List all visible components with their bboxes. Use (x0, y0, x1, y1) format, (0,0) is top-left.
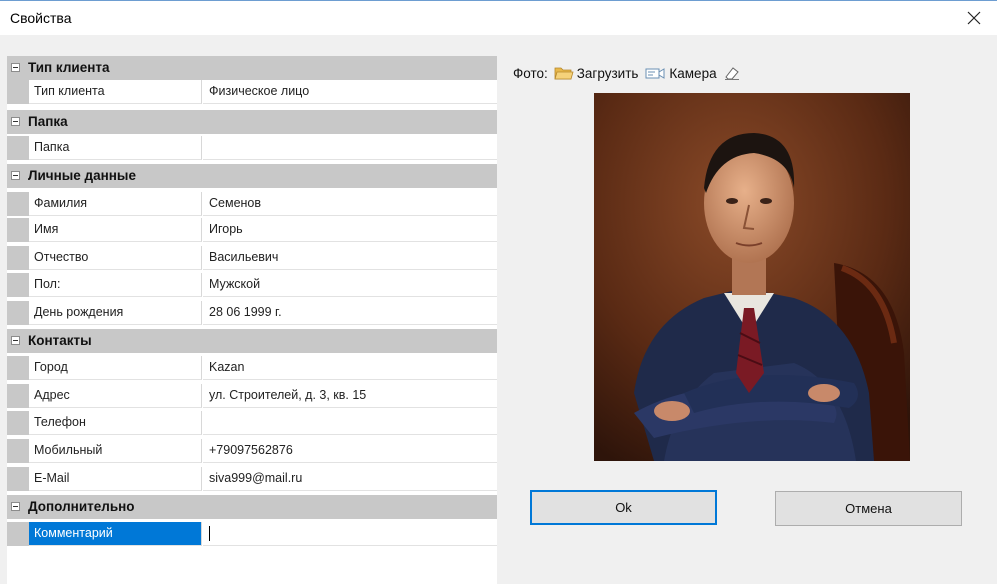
collapse-icon[interactable] (11, 63, 20, 72)
property-name: Папка (29, 136, 202, 160)
property-value[interactable]: Семенов (203, 192, 497, 216)
property-name: Адрес (29, 384, 202, 408)
property-value[interactable]: Васильевич (203, 246, 497, 270)
cancel-button-label: Отмена (845, 501, 892, 516)
row-gutter (7, 192, 29, 216)
client-photo (594, 93, 910, 461)
property-row[interactable]: Тип клиента Физическое лицо (7, 80, 497, 104)
row-gutter (7, 301, 29, 325)
camera-label: Камера (669, 65, 717, 81)
property-name: Фамилия (29, 192, 202, 216)
property-name: День рождения (29, 301, 202, 325)
property-row[interactable]: Папка (7, 136, 497, 160)
cancel-button[interactable]: Отмена (775, 491, 962, 526)
property-row[interactable]: Отчество Васильевич (7, 246, 497, 270)
portrait-image (594, 93, 910, 461)
category-label: Тип клиента (28, 60, 110, 75)
category-client-type[interactable]: Тип клиента (7, 56, 497, 80)
property-name: Имя (29, 218, 202, 242)
row-gutter (7, 439, 29, 463)
category-personal-data[interactable]: Личные данные (7, 164, 497, 188)
property-row[interactable]: Фамилия Семенов (7, 192, 497, 216)
property-name: Отчество (29, 246, 202, 270)
clear-photo-button[interactable] (723, 65, 744, 81)
property-value[interactable]: Мужской (203, 273, 497, 297)
row-gutter (7, 273, 29, 297)
folder-icon (554, 67, 574, 80)
row-gutter (7, 384, 29, 408)
camera-icon (645, 68, 665, 79)
row-gutter (7, 356, 29, 380)
property-row[interactable]: Город Kazan (7, 356, 497, 380)
camera-button[interactable]: Камера (644, 65, 717, 81)
property-name: Город (29, 356, 202, 380)
eraser-icon (724, 67, 739, 80)
property-grid: Тип клиента Тип клиента Физическое лицо … (7, 56, 497, 584)
comment-input[interactable] (203, 522, 497, 546)
category-label: Дополнительно (28, 499, 135, 514)
ok-button[interactable]: Ok (530, 490, 717, 525)
category-label: Папка (28, 114, 68, 129)
row-gutter (7, 411, 29, 435)
text-caret (209, 526, 210, 542)
row-gutter (7, 80, 29, 104)
property-name: Комментарий (29, 522, 202, 546)
collapse-icon[interactable] (11, 336, 20, 345)
property-row[interactable]: Имя Игорь (7, 218, 497, 242)
collapse-icon[interactable] (11, 171, 20, 180)
row-gutter (7, 522, 29, 546)
property-name: E-Mail (29, 467, 202, 491)
property-name: Мобильный (29, 439, 202, 463)
row-gutter (7, 467, 29, 491)
property-row[interactable]: Телефон (7, 411, 497, 435)
photo-label: Фото: (513, 65, 548, 81)
category-additional[interactable]: Дополнительно (7, 495, 497, 519)
property-name: Пол: (29, 273, 202, 297)
property-row-selected[interactable]: Комментарий (7, 522, 497, 546)
category-folder[interactable]: Папка (7, 110, 497, 134)
property-row[interactable]: E-Mail siva999@mail.ru (7, 467, 497, 491)
property-row[interactable]: Пол: Мужской (7, 273, 497, 297)
ok-button-label: Ok (615, 500, 632, 515)
property-row[interactable]: Адрес ул. Строителей, д. 3, кв. 15 (7, 384, 497, 408)
collapse-icon[interactable] (11, 117, 20, 126)
load-photo-button[interactable]: Загрузить (554, 65, 639, 81)
collapse-icon[interactable] (11, 502, 20, 511)
property-value[interactable]: siva999@mail.ru (203, 467, 497, 491)
row-gutter (7, 246, 29, 270)
load-photo-label: Загрузить (576, 65, 639, 81)
category-label: Личные данные (28, 168, 136, 183)
property-name: Телефон (29, 411, 202, 435)
property-value[interactable]: Kazan (203, 356, 497, 380)
category-label: Контакты (28, 333, 92, 348)
row-gutter (7, 218, 29, 242)
property-value[interactable]: 28 06 1999 г. (203, 301, 497, 325)
close-icon (967, 11, 981, 25)
property-row[interactable]: Мобильный +79097562876 (7, 439, 497, 463)
property-name: Тип клиента (29, 80, 202, 104)
property-row[interactable]: День рождения 28 06 1999 г. (7, 301, 497, 325)
property-value[interactable]: +79097562876 (203, 439, 497, 463)
property-value[interactable]: Физическое лицо (203, 80, 497, 104)
property-value[interactable] (203, 411, 497, 435)
properties-dialog: Свойства Тип клиента Тип клиента Физичес… (0, 0, 997, 584)
property-value[interactable]: Игорь (203, 218, 497, 242)
category-contacts[interactable]: Контакты (7, 329, 497, 353)
title-bar: Свойства (0, 1, 997, 35)
row-gutter (7, 136, 29, 160)
property-value[interactable]: ул. Строителей, д. 3, кв. 15 (203, 384, 497, 408)
photo-toolbar: Фото: Загрузить Камера (513, 62, 750, 84)
close-button[interactable] (951, 1, 997, 35)
property-value[interactable] (203, 136, 497, 160)
window-title: Свойства (10, 10, 72, 26)
